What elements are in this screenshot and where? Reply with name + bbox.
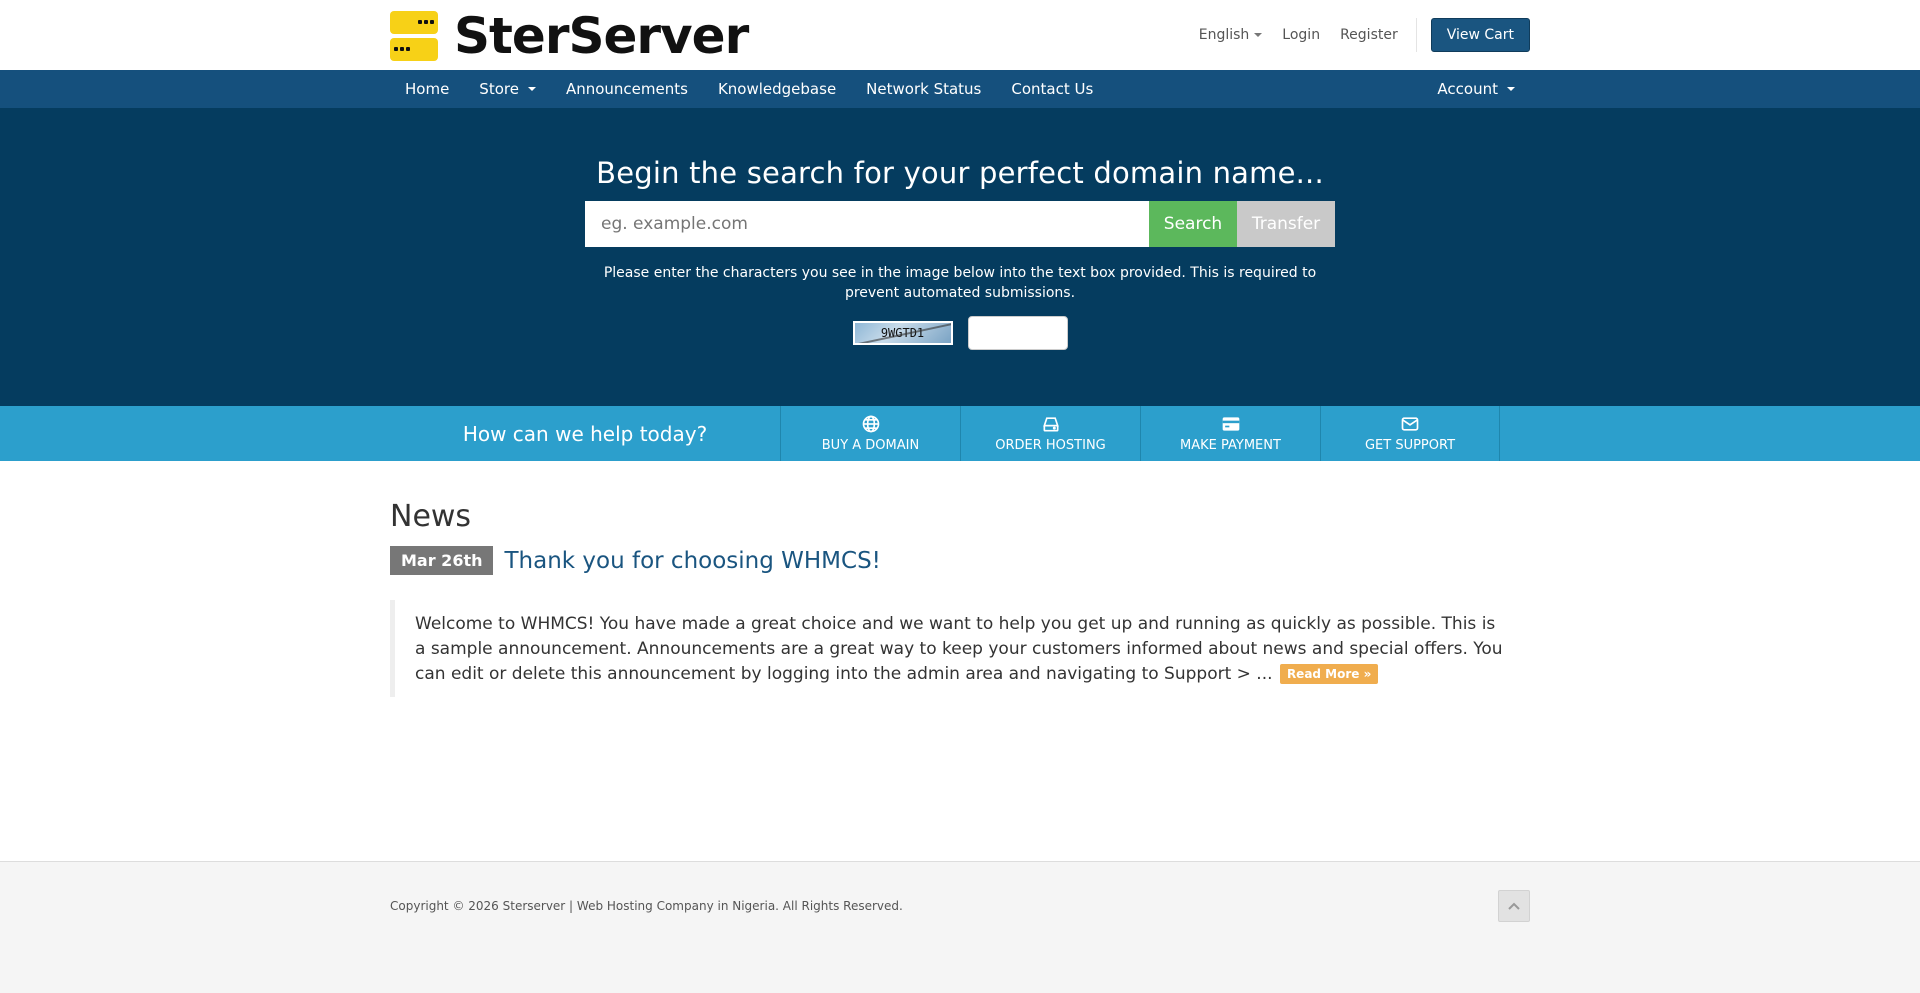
language-label: English — [1198, 27, 1250, 43]
logo-text: SterServer — [454, 7, 749, 65]
buy-domain-label: BUY A DOMAIN — [821, 438, 920, 453]
caret-down-icon — [1507, 87, 1515, 91]
hdd-icon — [1042, 417, 1059, 432]
news-heading: News — [390, 499, 472, 534]
copyright-text: Copyright © 2026 Sterserver | Web Hostin… — [390, 899, 903, 913]
order-hosting-link[interactable]: ORDER HOSTING — [960, 406, 1140, 461]
view-cart-button[interactable]: View Cart — [1430, 18, 1530, 52]
date-badge: Mar 26th — [390, 546, 494, 575]
nav-announcements[interactable]: Announcements — [551, 80, 703, 98]
register-link[interactable]: Register — [1330, 27, 1408, 43]
site-header: SterServer English Login Register View C… — [0, 0, 1920, 70]
help-bar: How can we help today? BUY A DOMAIN ORDE… — [0, 406, 1920, 461]
nav-network-status[interactable]: Network Status — [851, 80, 996, 98]
divider — [1415, 18, 1417, 52]
globe-icon — [862, 415, 879, 433]
caret-down-icon — [1254, 33, 1263, 37]
captcha-row: 9WGTD1 — [0, 316, 1920, 350]
server-logo-icon — [390, 11, 438, 61]
nav-store-label: Store — [479, 80, 519, 98]
nav-knowledgebase-label: Knowledgebase — [717, 80, 837, 98]
language-selector[interactable]: English — [1189, 27, 1273, 43]
domain-search-hero: Begin the search for your perfect domain… — [0, 108, 1920, 406]
search-button[interactable]: Search — [1149, 201, 1237, 247]
chevron-up-icon — [1508, 902, 1520, 910]
site-footer: Copyright © 2026 Sterserver | Web Hostin… — [0, 861, 1920, 993]
nav-contact-us[interactable]: Contact Us — [996, 80, 1108, 98]
transfer-button[interactable]: Transfer — [1237, 201, 1335, 247]
make-payment-label: MAKE PAYMENT — [1180, 438, 1281, 453]
get-support-link[interactable]: GET SUPPORT — [1320, 406, 1500, 461]
order-hosting-label: ORDER HOSTING — [995, 438, 1106, 453]
read-more-button[interactable]: Read More » — [1279, 664, 1379, 684]
nav-home-label: Home — [405, 80, 450, 98]
buy-domain-link[interactable]: BUY A DOMAIN — [780, 406, 960, 461]
help-title: How can we help today? — [462, 421, 708, 446]
nav-home[interactable]: Home — [390, 80, 464, 98]
caret-down-icon — [527, 87, 536, 91]
captcha-input[interactable] — [967, 316, 1068, 350]
login-link[interactable]: Login — [1272, 27, 1330, 43]
captcha-image: 9WGTD1 — [852, 321, 953, 345]
nav-store[interactable]: Store — [464, 80, 551, 98]
nav-announcements-label: Announcements — [565, 80, 688, 98]
news-title-link[interactable]: Thank you for choosing WHMCS! — [504, 548, 880, 574]
news-item-header: Mar 26th Thank you for choosing WHMCS! — [390, 546, 1530, 575]
domain-search-input[interactable] — [585, 201, 1149, 247]
nav-account-label: Account — [1437, 80, 1498, 98]
nav-contact-us-label: Contact Us — [1011, 80, 1094, 98]
captcha-instructions: Please enter the characters you see in t… — [603, 265, 1317, 301]
credit-card-icon — [1222, 417, 1239, 431]
back-to-top-button[interactable] — [1498, 890, 1530, 922]
hero-title: Begin the search for your perfect domain… — [596, 156, 1324, 190]
envelope-icon — [1401, 417, 1419, 431]
news-body: Welcome to WHMCS! You have made a great … — [390, 600, 1530, 697]
news-section: News Mar 26th Thank you for choosing WHM… — [390, 461, 1530, 697]
top-links: English Login Register View Cart — [1189, 18, 1530, 52]
make-payment-link[interactable]: MAKE PAYMENT — [1140, 406, 1320, 461]
nav-knowledgebase[interactable]: Knowledgebase — [703, 80, 851, 98]
domain-search-form: Search Transfer — [585, 201, 1335, 247]
site-logo[interactable]: SterServer — [390, 7, 749, 65]
nav-account[interactable]: Account — [1422, 80, 1530, 98]
nav-network-status-label: Network Status — [866, 80, 982, 98]
captcha-code: 9WGTD1 — [880, 326, 925, 340]
get-support-label: GET SUPPORT — [1364, 438, 1456, 453]
main-navigation: Home Store Announcements Knowledgebase N… — [0, 70, 1920, 108]
